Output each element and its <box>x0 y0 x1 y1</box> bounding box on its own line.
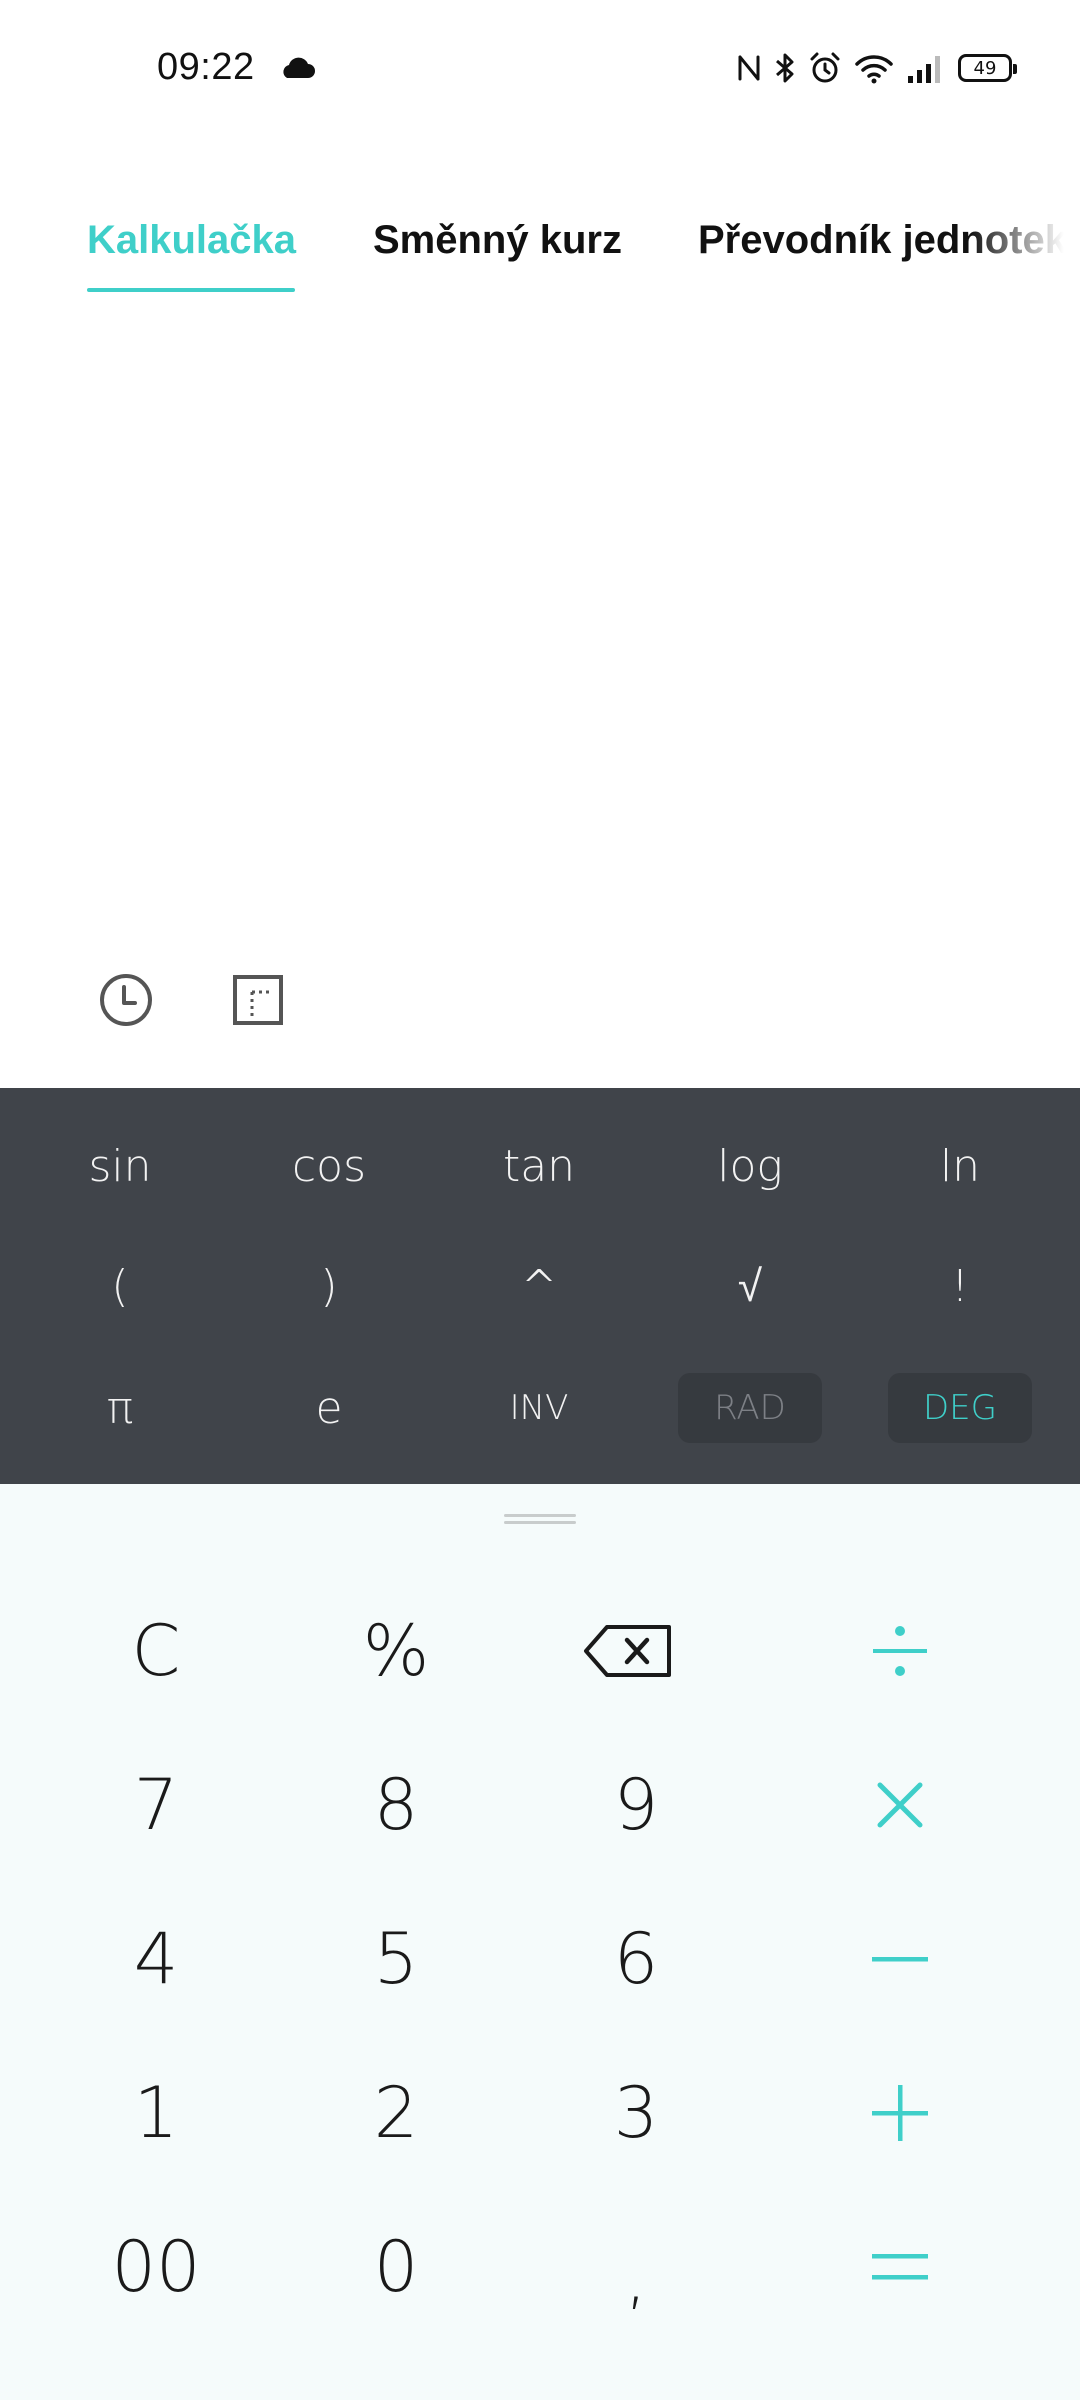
rad-toggle[interactable]: RAD <box>678 1373 822 1443</box>
tab-calculator[interactable]: Kalkulačka <box>87 218 296 263</box>
factorial-key[interactable]: ! <box>888 1251 1032 1321</box>
alarm-icon <box>810 52 840 83</box>
ln-key[interactable]: ln <box>888 1131 1032 1201</box>
cos-key[interactable]: cos <box>257 1131 401 1201</box>
digit-5-key[interactable]: 5 <box>296 1894 496 2024</box>
digit-0-key[interactable]: 0 <box>296 2202 496 2332</box>
close-paren-key[interactable]: ) <box>257 1251 401 1321</box>
equals-key[interactable] <box>800 2202 1000 2332</box>
decimal-key[interactable]: , <box>536 2212 736 2342</box>
digit-1-key[interactable]: 1 <box>56 2048 256 2178</box>
signal-icon <box>908 56 940 83</box>
digit-7-key[interactable]: 7 <box>56 1740 256 1870</box>
history-button[interactable] <box>96 970 156 1030</box>
battery-level: 49 <box>973 57 997 79</box>
digit-2-key[interactable]: 2 <box>296 2048 496 2178</box>
double-zero-key[interactable]: 00 <box>56 2202 256 2332</box>
battery-icon: 49 <box>958 54 1017 82</box>
status-time: 09:22 <box>157 46 255 88</box>
tab-unit-converter[interactable]: Převodník jednotek <box>698 218 1067 263</box>
plus-key[interactable] <box>800 2048 1000 2178</box>
status-bar: 09:22 49 <box>0 0 1080 140</box>
equals-icon <box>872 2254 928 2280</box>
minus-key[interactable] <box>800 1894 1000 2024</box>
log-key[interactable]: log <box>678 1131 822 1201</box>
divide-icon <box>873 1626 927 1676</box>
plus-icon <box>872 2085 928 2141</box>
minus-icon <box>872 1957 928 1962</box>
nfc-icon <box>738 55 760 81</box>
sqrt-key[interactable]: √ <box>678 1251 822 1321</box>
tab-exchange-rate[interactable]: Směnný kurz <box>373 218 622 263</box>
open-paren-key[interactable]: ( <box>48 1251 192 1321</box>
clear-key[interactable]: C <box>56 1586 256 1716</box>
power-key[interactable]: ^ <box>467 1251 611 1321</box>
digit-6-key[interactable]: 6 <box>536 1894 736 2024</box>
inv-key[interactable]: INV <box>467 1373 611 1443</box>
drag-handle[interactable] <box>504 1514 576 1524</box>
scientific-panel: sin cos tan log ln ( ) ^ √ ! π e INV RAD… <box>0 1088 1080 1484</box>
wifi-icon <box>855 55 893 84</box>
cloud-icon <box>283 57 315 78</box>
tan-key[interactable]: tan <box>467 1131 611 1201</box>
divide-key[interactable] <box>800 1586 1000 1716</box>
multiply-icon <box>877 1782 923 1828</box>
backspace-icon <box>584 1625 671 1677</box>
backspace-key[interactable] <box>528 1586 728 1716</box>
keypad: C % 7 8 9 4 5 6 1 2 3 00 0 , <box>0 1484 1080 2400</box>
digit-9-key[interactable]: 9 <box>536 1740 736 1870</box>
ruler-button[interactable] <box>228 970 288 1030</box>
tab-bar: Kalkulačka Směnný kurz Převodník jednote… <box>0 200 1080 300</box>
digit-3-key[interactable]: 3 <box>536 2048 736 2178</box>
bluetooth-icon <box>776 53 794 83</box>
percent-key[interactable]: % <box>296 1586 496 1716</box>
history-icon <box>100 974 152 1026</box>
deg-toggle[interactable]: DEG <box>888 1373 1032 1443</box>
digit-4-key[interactable]: 4 <box>56 1894 256 2024</box>
tab-active-indicator <box>87 288 295 292</box>
digit-8-key[interactable]: 8 <box>296 1740 496 1870</box>
status-icons: 49 <box>736 48 1017 88</box>
calculator-display <box>0 300 1080 940</box>
multiply-key[interactable] <box>800 1740 1000 1870</box>
sin-key[interactable]: sin <box>48 1131 192 1201</box>
e-key[interactable]: e <box>257 1373 401 1443</box>
ruler-icon <box>233 975 283 1025</box>
pi-key[interactable]: π <box>48 1373 192 1443</box>
